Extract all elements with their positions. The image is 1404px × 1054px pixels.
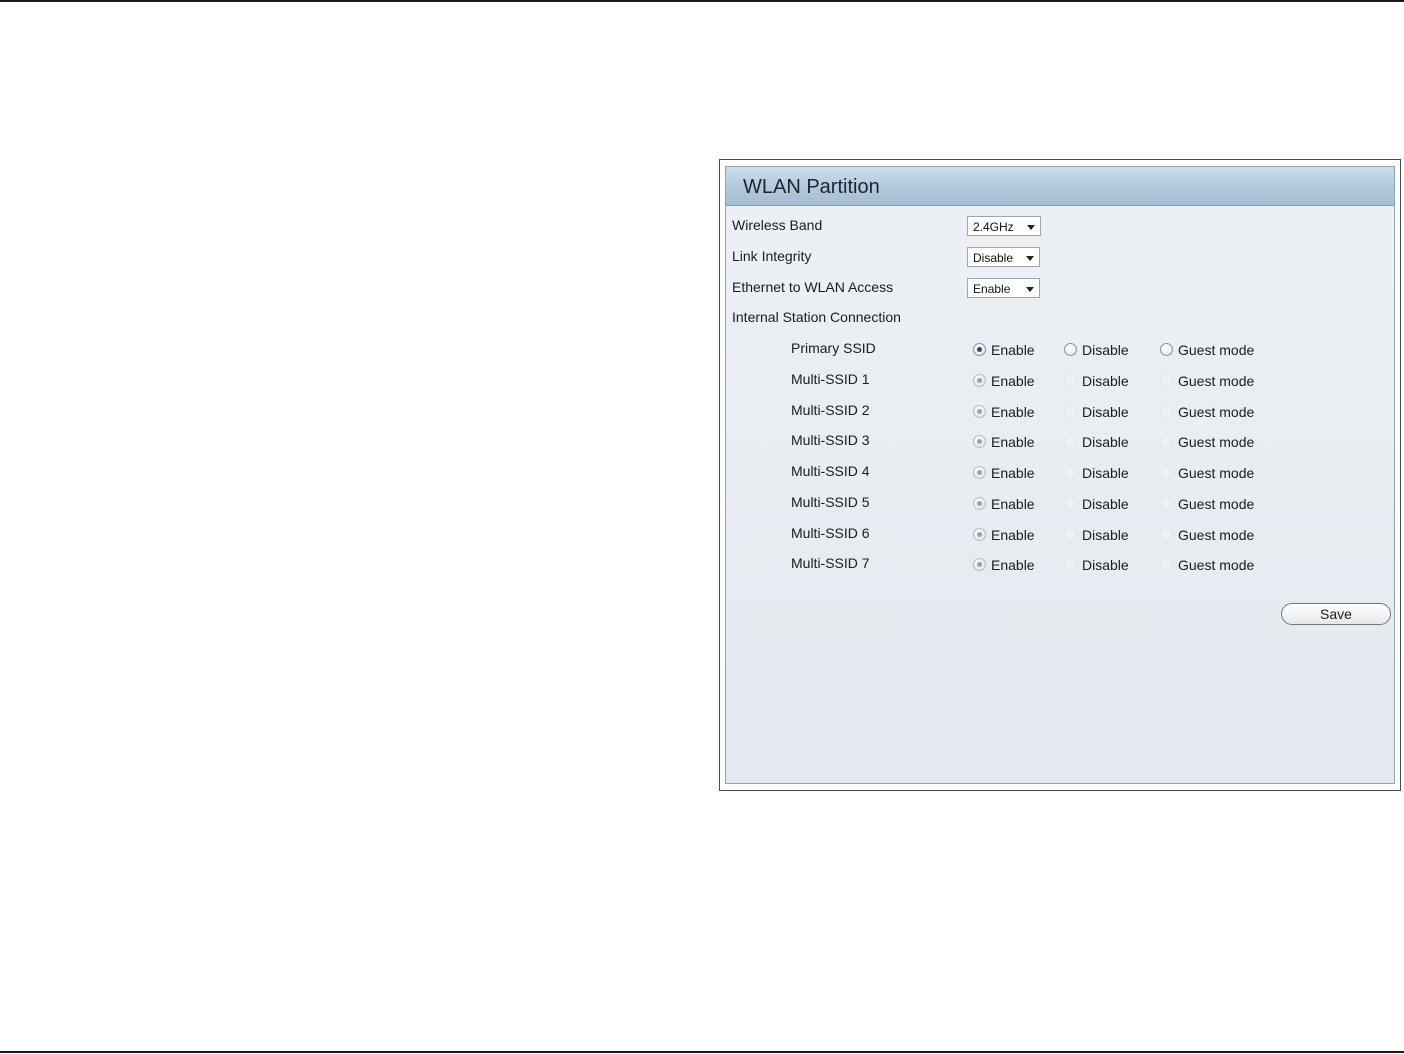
ethernet-wlan-label: Ethernet to WLAN Access bbox=[732, 279, 894, 295]
radio-label: Guest mode bbox=[1178, 434, 1255, 450]
radio-label: Disable bbox=[1082, 404, 1129, 420]
radio-label: Guest mode bbox=[1178, 496, 1255, 512]
radio-enable[interactable] bbox=[973, 405, 986, 418]
radio-disable[interactable] bbox=[1064, 528, 1077, 541]
radio-label: Enable bbox=[991, 527, 1035, 543]
radio-label: Guest mode bbox=[1178, 342, 1255, 358]
radio-label: Enable bbox=[991, 557, 1035, 573]
radio-enable[interactable] bbox=[973, 497, 986, 510]
radio-label: Enable bbox=[991, 404, 1035, 420]
radio-label: Disable bbox=[1082, 373, 1129, 389]
radio-guest-mode[interactable] bbox=[1160, 343, 1173, 356]
radio-label: Enable bbox=[991, 465, 1035, 481]
radio-label: Disable bbox=[1082, 434, 1129, 450]
radio-guest-mode[interactable] bbox=[1160, 435, 1173, 448]
radio-label: Enable bbox=[991, 373, 1035, 389]
radio-guest-mode[interactable] bbox=[1160, 405, 1173, 418]
radio-enable[interactable] bbox=[973, 435, 986, 448]
radio-guest-mode[interactable] bbox=[1160, 374, 1173, 387]
radio-disable[interactable] bbox=[1064, 343, 1077, 356]
radio-label: Guest mode bbox=[1178, 557, 1255, 573]
internal-station-label: Internal Station Connection bbox=[732, 309, 901, 325]
ssid-name: Multi-SSID 6 bbox=[791, 525, 870, 541]
radio-label: Guest mode bbox=[1178, 465, 1255, 481]
radio-guest-mode[interactable] bbox=[1160, 497, 1173, 510]
ssid-name: Multi-SSID 2 bbox=[791, 402, 870, 418]
radio-disable[interactable] bbox=[1064, 497, 1077, 510]
radio-label: Guest mode bbox=[1178, 373, 1255, 389]
radio-label: Disable bbox=[1082, 527, 1129, 543]
radio-disable[interactable] bbox=[1064, 558, 1077, 571]
wlan-partition-panel: WLAN Partition Wireless Band 2.4GHz Link… bbox=[725, 166, 1395, 784]
wireless-band-select[interactable]: 2.4GHz bbox=[967, 216, 1041, 236]
chevron-down-icon bbox=[1026, 287, 1034, 292]
radio-disable[interactable] bbox=[1064, 405, 1077, 418]
chevron-down-icon bbox=[1027, 225, 1035, 230]
ssid-name: Multi-SSID 7 bbox=[791, 555, 870, 571]
radio-disable[interactable] bbox=[1064, 374, 1077, 387]
radio-enable[interactable] bbox=[973, 528, 986, 541]
ssid-name: Primary SSID bbox=[791, 340, 876, 356]
radio-enable[interactable] bbox=[973, 558, 986, 571]
radio-label: Enable bbox=[991, 342, 1035, 358]
radio-enable[interactable] bbox=[973, 343, 986, 356]
radio-label: Enable bbox=[991, 496, 1035, 512]
link-integrity-select[interactable]: Disable bbox=[967, 247, 1040, 267]
ssid-name: Multi-SSID 4 bbox=[791, 463, 870, 479]
chevron-down-icon bbox=[1026, 256, 1034, 261]
link-integrity-label: Link Integrity bbox=[732, 248, 812, 264]
radio-enable[interactable] bbox=[973, 466, 986, 479]
ssid-name: Multi-SSID 3 bbox=[791, 432, 870, 448]
radio-label: Guest mode bbox=[1178, 527, 1255, 543]
ethernet-wlan-select[interactable]: Enable bbox=[967, 278, 1040, 298]
wireless-band-label: Wireless Band bbox=[732, 217, 823, 233]
radio-disable[interactable] bbox=[1064, 466, 1077, 479]
screenshot-frame: WLAN Partition Wireless Band 2.4GHz Link… bbox=[719, 159, 1401, 791]
radio-label: Disable bbox=[1082, 557, 1129, 573]
top-rule bbox=[0, 0, 1404, 2]
ssid-name: Multi-SSID 1 bbox=[791, 371, 870, 387]
panel-header: WLAN Partition bbox=[726, 167, 1394, 206]
radio-disable[interactable] bbox=[1064, 435, 1077, 448]
radio-guest-mode[interactable] bbox=[1160, 528, 1173, 541]
manual-page: WLAN Partition Wireless Band 2.4GHz Link… bbox=[0, 0, 1404, 1054]
radio-label: Disable bbox=[1082, 496, 1129, 512]
radio-guest-mode[interactable] bbox=[1160, 466, 1173, 479]
radio-label: Disable bbox=[1082, 342, 1129, 358]
wireless-band-value: 2.4GHz bbox=[973, 220, 1014, 234]
link-integrity-value: Disable bbox=[973, 251, 1014, 265]
panel-title: WLAN Partition bbox=[743, 176, 880, 198]
radio-label: Enable bbox=[991, 434, 1035, 450]
radio-label: Disable bbox=[1082, 465, 1129, 481]
save-button[interactable]: Save bbox=[1281, 603, 1391, 625]
radio-guest-mode[interactable] bbox=[1160, 558, 1173, 571]
ethernet-wlan-value: Enable bbox=[973, 282, 1011, 296]
radio-label: Guest mode bbox=[1178, 404, 1255, 420]
ssid-name: Multi-SSID 5 bbox=[791, 494, 870, 510]
bottom-rule bbox=[0, 1051, 1404, 1053]
radio-enable[interactable] bbox=[973, 374, 986, 387]
